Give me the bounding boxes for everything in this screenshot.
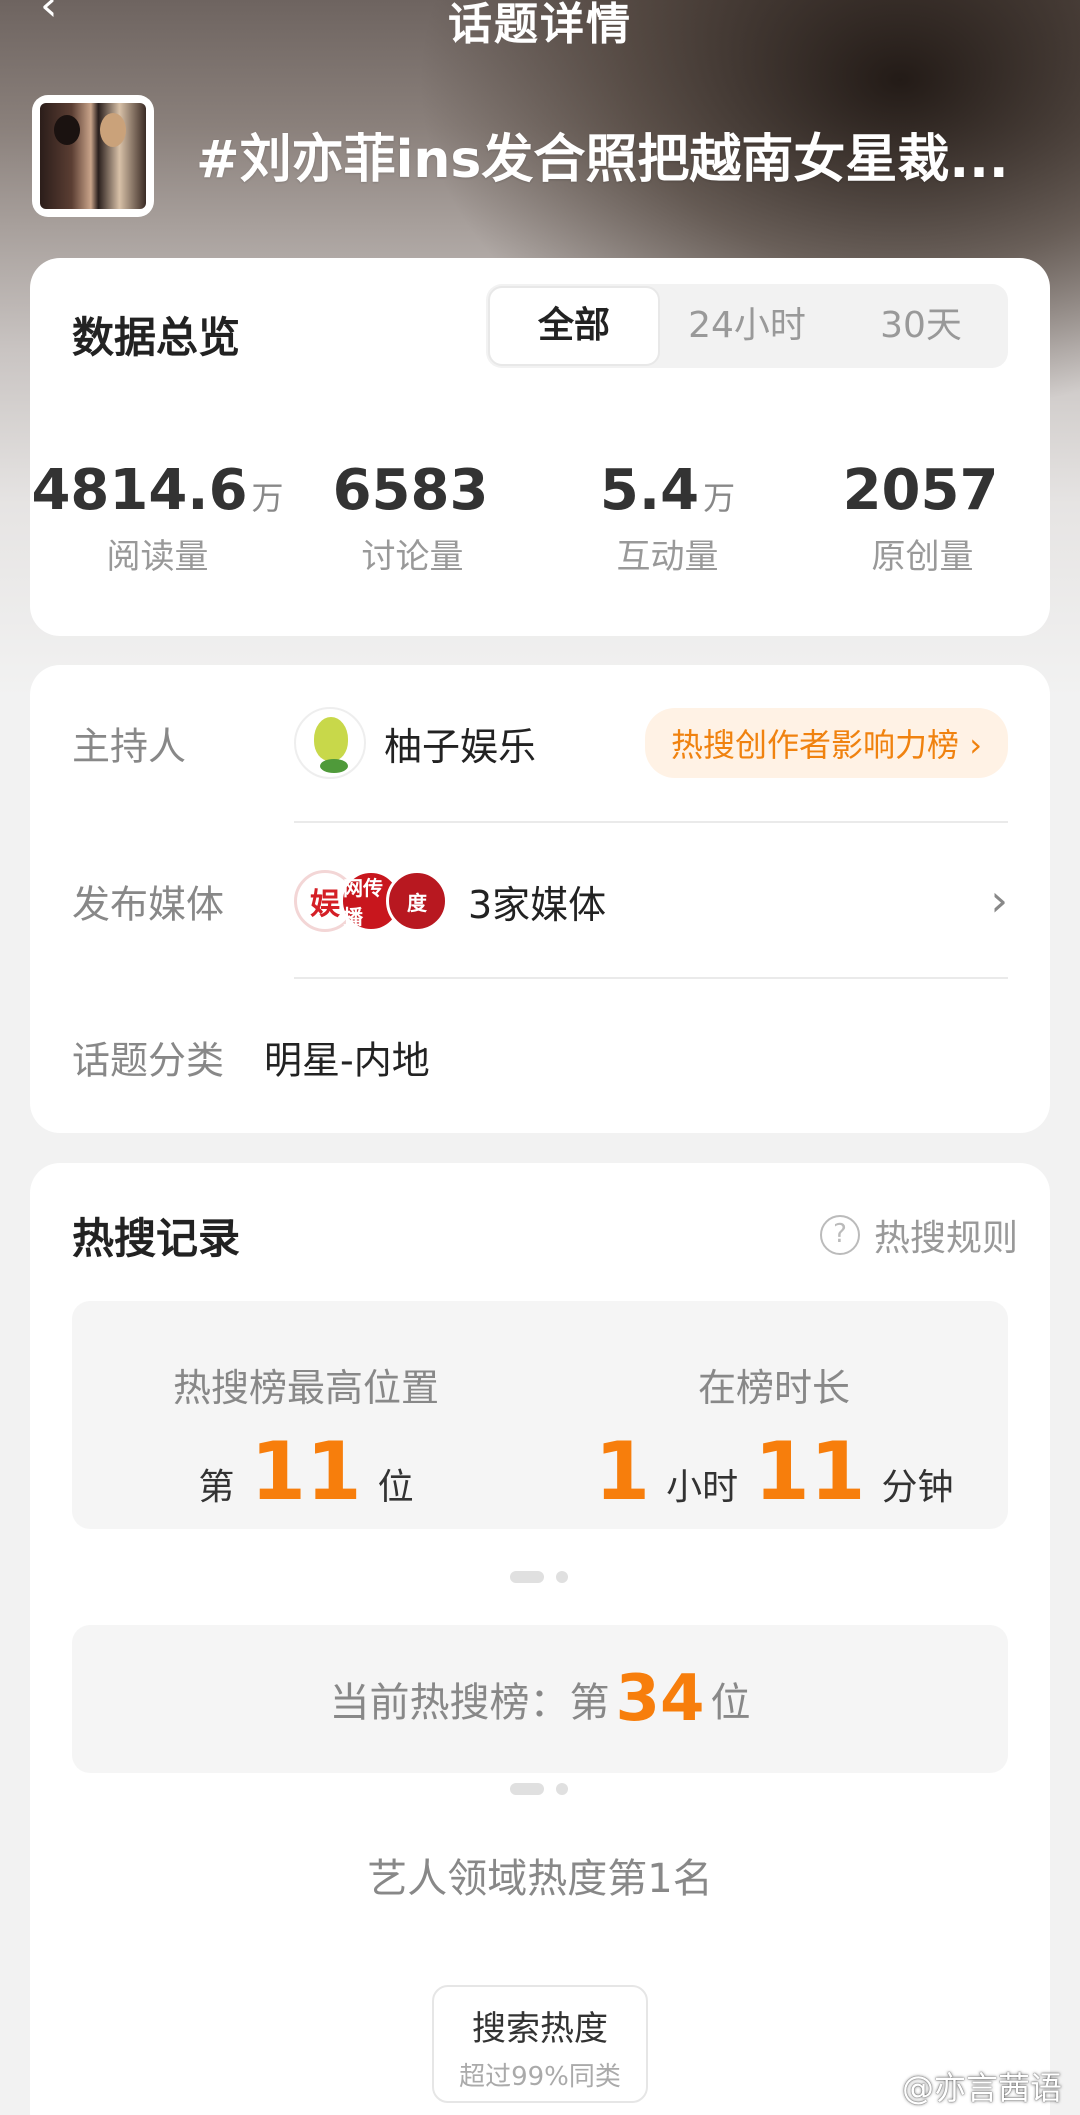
chip-subtitle: 超过99%同类 bbox=[459, 2062, 621, 2092]
current-suffix: 位 bbox=[710, 1680, 751, 1726]
chevron-right-icon: › bbox=[990, 875, 1008, 927]
duration-label: 在榜时长 bbox=[697, 1366, 850, 1410]
watermark-text: @亦言茜语 bbox=[901, 2069, 1062, 2107]
indicator-active bbox=[510, 1783, 544, 1795]
stat-reads: 4814.6 万 阅读量 bbox=[30, 458, 285, 578]
stat-discussions: 6583 讨论量 bbox=[285, 458, 540, 578]
duration-minutes: 11 bbox=[754, 1425, 866, 1518]
weibo-icon bbox=[856, 2073, 892, 2101]
back-arrow-icon[interactable]: ‹ bbox=[40, 0, 80, 31]
indicator-active bbox=[510, 1571, 544, 1583]
category-row: 话题分类 明星-内地 bbox=[72, 979, 1008, 1135]
media-count: 3家媒体 bbox=[468, 882, 607, 927]
stat-value: 4814.6 bbox=[31, 458, 248, 523]
stats-row: 4814.6 万 阅读量 6583 讨论量 5.4 万 互动量 2057 原创量 bbox=[30, 458, 1050, 578]
duration-hours-unit: 小时 bbox=[666, 1467, 739, 1508]
creator-rank-badge[interactable]: 热搜创作者影响力榜 › bbox=[645, 708, 1008, 778]
stat-label: 阅读量 bbox=[106, 537, 209, 577]
indicator-dot bbox=[556, 1783, 568, 1795]
tab-24h[interactable]: 24小时 bbox=[660, 284, 834, 368]
category-label: 话题分类 bbox=[72, 1038, 225, 1083]
media-logos: 娱 网传播 度 bbox=[294, 870, 448, 932]
stat-interactions: 5.4 万 互动量 bbox=[540, 458, 795, 578]
peak-value: 11 bbox=[250, 1425, 362, 1518]
category-value: 明星-内地 bbox=[264, 1038, 430, 1083]
tab-all[interactable]: 全部 bbox=[488, 286, 660, 366]
stat-unit: 万 bbox=[703, 479, 736, 517]
hot-rules-link[interactable]: ? 热搜规则 bbox=[819, 1209, 1018, 1261]
current-rank: 34 bbox=[615, 1662, 705, 1736]
topic-header: #刘亦菲ins发合照把越南女星裁... bbox=[32, 95, 1048, 217]
hot-record-title: 热搜记录 bbox=[72, 1214, 241, 1263]
media-label: 发布媒体 bbox=[72, 882, 225, 927]
stat-label: 讨论量 bbox=[361, 537, 464, 577]
hot-search-record-card: 热搜记录 ? 热搜规则 热搜榜最高位置 第 11 位 在榜时长 1 小时 11 … bbox=[30, 1163, 1050, 2115]
tab-30d[interactable]: 30天 bbox=[834, 284, 1008, 368]
topic-info-card: 主持人 柚子娱乐 热搜创作者影响力榜 › 发布媒体 娱 网传播 度 3家媒体 ›… bbox=[30, 665, 1050, 1133]
peak-label: 热搜榜最高位置 bbox=[172, 1366, 439, 1410]
host-name[interactable]: 柚子娱乐 bbox=[384, 716, 536, 771]
carousel-indicator bbox=[510, 1571, 570, 1583]
stat-value: 6583 bbox=[332, 458, 489, 523]
stat-label: 互动量 bbox=[616, 537, 719, 577]
rules-label: 热搜规则 bbox=[873, 1218, 1018, 1259]
topic-title: #刘亦菲ins发合照把越南女星裁... bbox=[196, 130, 1009, 190]
stat-label: 原创量 bbox=[871, 537, 974, 577]
duration-hours: 1 bbox=[594, 1425, 651, 1518]
page-title: 话题详情 bbox=[448, 0, 632, 50]
stat-value: 2057 bbox=[842, 458, 999, 523]
indicator-dot bbox=[556, 1571, 568, 1583]
current-prefix: 当前热搜榜：第 bbox=[329, 1680, 610, 1726]
peak-position: 热搜榜最高位置 第 11 位 bbox=[72, 1301, 540, 1512]
carousel-indicator bbox=[510, 1783, 570, 1795]
on-list-duration: 在榜时长 1 小时 11 分钟 bbox=[540, 1301, 1008, 1512]
watermark: @亦言茜语 bbox=[856, 2063, 1062, 2109]
stat-originals: 2057 原创量 bbox=[795, 458, 1050, 578]
host-row[interactable]: 主持人 柚子娱乐 热搜创作者影响力榜 › bbox=[72, 665, 1008, 821]
host-label: 主持人 bbox=[72, 724, 187, 769]
duration-minutes-unit: 分钟 bbox=[881, 1467, 954, 1508]
peak-prefix: 第 bbox=[198, 1467, 235, 1508]
stat-unit: 万 bbox=[251, 479, 284, 517]
media-row[interactable]: 发布媒体 娱 网传播 度 3家媒体 › bbox=[72, 823, 1008, 979]
chip-title: 搜索热度 bbox=[472, 2009, 608, 2049]
question-circle-icon: ? bbox=[819, 1215, 860, 1255]
media-logo: 度 bbox=[386, 870, 448, 932]
peak-stats-panel[interactable]: 热搜榜最高位置 第 11 位 在榜时长 1 小时 11 分钟 bbox=[72, 1301, 1008, 1529]
data-overview-card: 数据总览 全部 24小时 30天 4814.6 万 阅读量 6583 讨论量 5.… bbox=[30, 258, 1050, 636]
search-heat-chip[interactable]: 搜索热度 超过99%同类 bbox=[432, 1985, 648, 2103]
topic-thumbnail[interactable] bbox=[32, 95, 154, 217]
domain-rank-text: 艺人领域热度第1名 bbox=[367, 1856, 713, 1902]
peak-suffix: 位 bbox=[377, 1467, 414, 1508]
current-rank-panel[interactable]: 当前热搜榜：第 34 位 bbox=[72, 1625, 1008, 1773]
time-range-tabs: 全部 24小时 30天 bbox=[486, 284, 1008, 368]
topic-photo bbox=[40, 103, 146, 209]
overview-title: 数据总览 bbox=[72, 313, 241, 362]
stat-value: 5.4 bbox=[599, 458, 700, 523]
host-avatar[interactable] bbox=[294, 707, 366, 779]
